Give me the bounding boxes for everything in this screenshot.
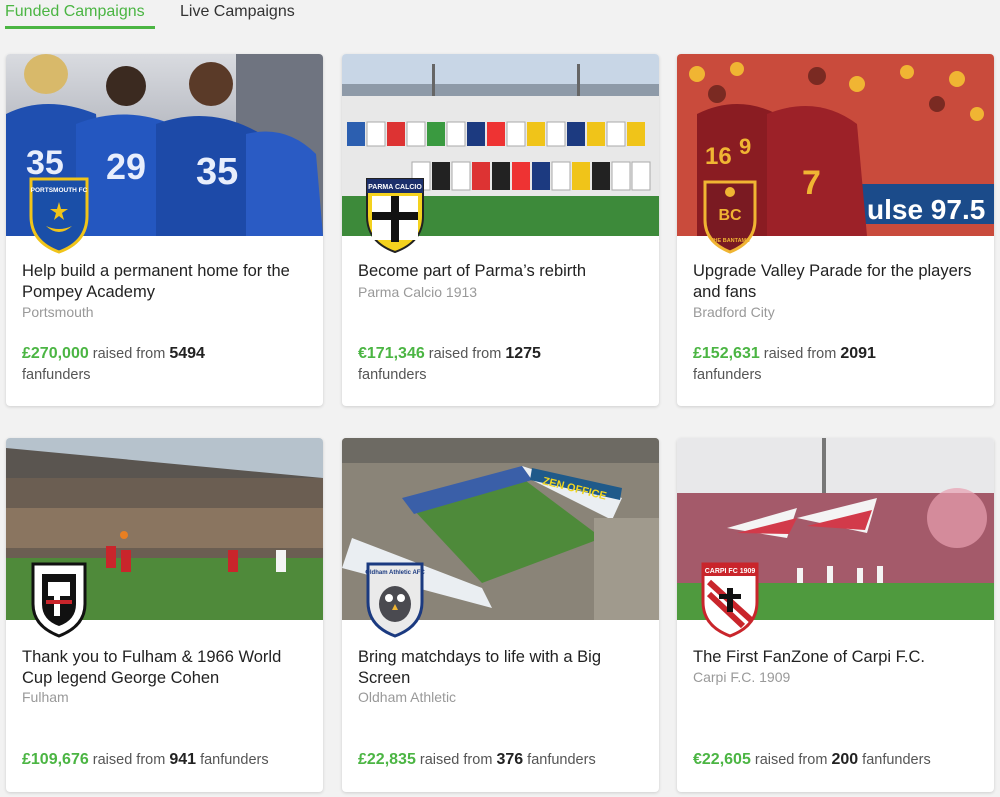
fanfunders-label: fanfunders bbox=[358, 367, 427, 383]
raised-from-label: raised from bbox=[92, 346, 166, 362]
backer-count: 5494 bbox=[169, 345, 205, 362]
raised-from-label: raised from bbox=[428, 346, 502, 362]
campaign-title[interactable]: Bring matchdays to life with a Big Scree… bbox=[358, 647, 648, 689]
club-name: Oldham Athletic bbox=[358, 689, 457, 705]
svg-text:9: 9 bbox=[739, 134, 751, 159]
svg-text:7: 7 bbox=[802, 164, 821, 202]
campaign-card-portsmouth[interactable]: 35 29 35 PORTSMOUTH FC Help build a perm… bbox=[6, 54, 323, 406]
campaign-card-carpi[interactable]: CARPI FC 1909 The First FanZone of Carpi… bbox=[677, 438, 994, 792]
club-name: Portsmouth bbox=[22, 304, 94, 320]
campaign-card-fulham[interactable]: Thank you to Fulham & 1966 World Cup leg… bbox=[6, 438, 323, 792]
club-name: Parma Calcio 1913 bbox=[358, 284, 478, 300]
svg-text:PORTSMOUTH FC: PORTSMOUTH FC bbox=[31, 187, 88, 194]
campaign-stats: £152,631 raised from 2091 fanfunders bbox=[693, 343, 983, 386]
club-name: Fulham bbox=[22, 689, 69, 705]
club-name: Carpi F.C. 1909 bbox=[693, 669, 791, 685]
svg-text:PARMA CALCIO: PARMA CALCIO bbox=[368, 184, 422, 191]
club-name: Bradford City bbox=[693, 304, 775, 320]
amount-raised: €171,346 bbox=[358, 345, 425, 362]
raised-from-label: raised from bbox=[419, 752, 493, 768]
backer-count: 1275 bbox=[505, 345, 541, 362]
club-crest-icon: PORTSMOUTH FC bbox=[29, 177, 89, 254]
campaign-stats: £109,676 raised from 941 fanfunders bbox=[22, 749, 312, 771]
svg-text:29: 29 bbox=[106, 146, 146, 187]
fanfunders-label: fanfunders bbox=[200, 752, 269, 768]
campaign-stats: €22,605 raised from 200 fanfunders bbox=[693, 749, 983, 771]
fanfunders-label: fanfunders bbox=[862, 752, 931, 768]
campaign-stats: £22,835 raised from 376 fanfunders bbox=[358, 749, 648, 771]
amount-raised: €22,605 bbox=[693, 751, 751, 768]
club-crest-icon: BC THE BANTAMS bbox=[703, 180, 757, 254]
campaign-title[interactable]: Become part of Parma’s rebirth bbox=[358, 261, 648, 282]
campaign-title[interactable]: Help build a permanent home for the Pomp… bbox=[22, 261, 312, 303]
active-tab-indicator bbox=[5, 26, 155, 29]
raised-from-label: raised from bbox=[763, 346, 837, 362]
club-crest-icon: CARPI FC 1909 bbox=[701, 562, 759, 638]
svg-text:THE BANTAMS: THE BANTAMS bbox=[710, 238, 750, 244]
svg-text:35: 35 bbox=[196, 151, 238, 193]
backer-count: 376 bbox=[496, 751, 524, 768]
amount-raised: £270,000 bbox=[22, 345, 89, 362]
campaign-card-parma[interactable]: PARMA CALCIO Become part of Parma’s rebi… bbox=[342, 54, 659, 406]
amount-raised: £152,631 bbox=[693, 345, 760, 362]
club-crest-icon bbox=[31, 562, 87, 638]
svg-text:Oldham Athletic AFC: Oldham Athletic AFC bbox=[365, 570, 425, 576]
amount-raised: £22,835 bbox=[358, 751, 416, 768]
campaign-card-oldham[interactable]: ZEN OFFICE Oldham Athletic AFC Bring mat… bbox=[342, 438, 659, 792]
tab-funded-campaigns[interactable]: Funded Campaigns bbox=[5, 3, 145, 21]
campaign-title[interactable]: Thank you to Fulham & 1966 World Cup leg… bbox=[22, 647, 312, 689]
campaign-stats: £270,000 raised from 5494 fanfunders bbox=[22, 343, 312, 386]
club-crest-icon: Oldham Athletic AFC bbox=[365, 562, 425, 638]
raised-from-label: raised from bbox=[754, 752, 828, 768]
campaign-card-bradford[interactable]: ulse 97.5 16 9 7 BC THE BANTAMS Upgrade … bbox=[677, 54, 994, 406]
svg-text:16: 16 bbox=[705, 143, 732, 170]
amount-raised: £109,676 bbox=[22, 751, 89, 768]
campaign-tabs: Funded Campaigns Live Campaigns bbox=[0, 0, 1000, 40]
svg-text:CARPI FC 1909: CARPI FC 1909 bbox=[705, 568, 756, 575]
svg-text:ulse 97.5: ulse 97.5 bbox=[867, 194, 985, 225]
fanfunders-label: fanfunders bbox=[22, 367, 91, 383]
club-crest-icon: PARMA CALCIO bbox=[366, 178, 424, 254]
campaign-title[interactable]: Upgrade Valley Parade for the players an… bbox=[693, 261, 983, 303]
backer-count: 2091 bbox=[840, 345, 876, 362]
campaign-stats: €171,346 raised from 1275 fanfunders bbox=[358, 343, 648, 386]
raised-from-label: raised from bbox=[92, 752, 166, 768]
backer-count: 941 bbox=[169, 751, 197, 768]
backer-count: 200 bbox=[831, 751, 859, 768]
fanfunders-label: fanfunders bbox=[693, 367, 762, 383]
tab-live-campaigns[interactable]: Live Campaigns bbox=[180, 3, 295, 21]
campaign-title[interactable]: The First FanZone of Carpi F.C. bbox=[693, 647, 983, 668]
svg-text:BC: BC bbox=[718, 207, 742, 224]
fanfunders-label: fanfunders bbox=[527, 752, 596, 768]
